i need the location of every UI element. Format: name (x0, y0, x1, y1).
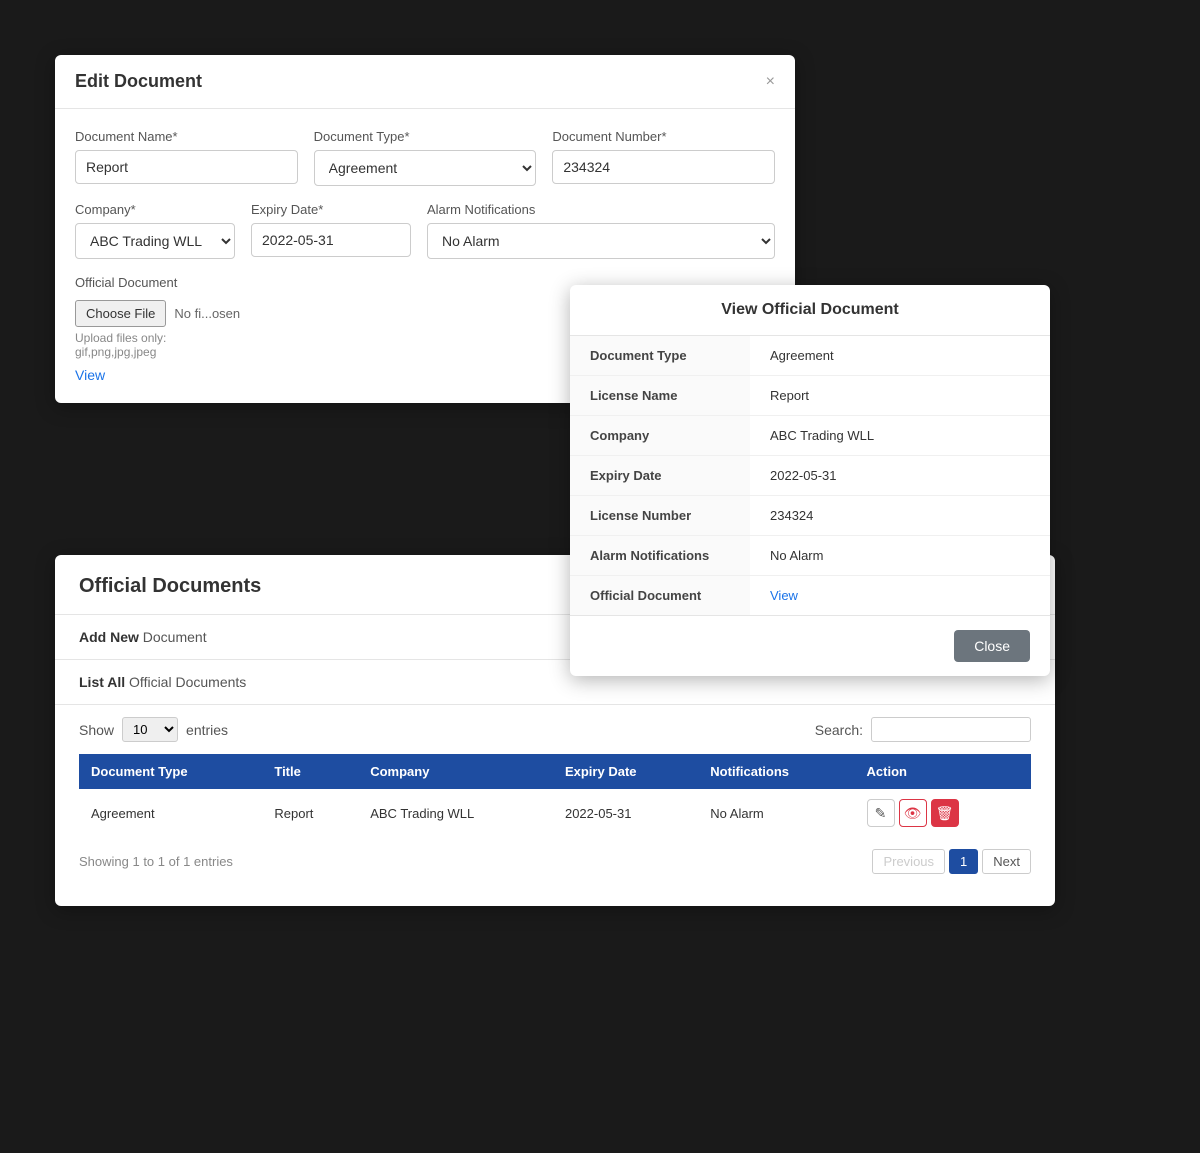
table-body: Agreement Report ABC Trading WLL 2022-05… (79, 789, 1031, 837)
pagination: Previous 1 Next (872, 849, 1031, 874)
list-all-text: List All Official Documents (79, 674, 246, 690)
col-action: Action (855, 754, 1031, 789)
show-label: Show (79, 722, 114, 738)
info-value-company: ABC Trading WLL (750, 416, 1050, 455)
document-number-label: Document Number* (552, 129, 775, 144)
document-number-group: Document Number* (552, 129, 775, 186)
info-row-official-document: Official Document View (570, 576, 1050, 615)
info-value-alarm-notifications: No Alarm (750, 536, 1050, 575)
cell-action: ✎ 👁 🗑 (855, 789, 1031, 837)
document-name-group: Document Name* (75, 129, 298, 186)
info-label-document-type: Document Type (570, 336, 750, 375)
expiry-date-label: Expiry Date* (251, 202, 411, 217)
view-modal-close-button[interactable]: Close (954, 630, 1030, 662)
table-controls: Show 10 25 50 100 entries Search: (55, 705, 1055, 754)
info-label-expiry-date: Expiry Date (570, 456, 750, 495)
expiry-date-group: Expiry Date* (251, 202, 411, 259)
prev-button[interactable]: Previous (872, 849, 945, 874)
next-button[interactable]: Next (982, 849, 1031, 874)
info-row-expiry-date: Expiry Date 2022-05-31 (570, 456, 1050, 496)
info-value-license-name: Report (750, 376, 1050, 415)
view-button[interactable]: 👁 (899, 799, 927, 827)
edit-modal-title: Edit Document (75, 71, 202, 92)
col-company: Company (358, 754, 553, 789)
list-all-bold: List All (79, 674, 125, 690)
add-new-span: Document (139, 629, 207, 645)
search-area: Search: (815, 717, 1031, 742)
info-label-official-document: Official Document (570, 576, 750, 615)
file-name-display: No fi...osen (174, 306, 240, 321)
info-label-license-name: License Name (570, 376, 750, 415)
company-select[interactable]: ABC Trading WLL XYZ Corp (75, 223, 235, 259)
info-row-license-number: License Number 234324 (570, 496, 1050, 536)
form-row-1: Document Name* Document Type* Agreement … (75, 129, 775, 186)
view-official-document-modal: View Official Document Document Type Agr… (570, 285, 1050, 676)
info-label-alarm-notifications: Alarm Notifications (570, 536, 750, 575)
info-row-alarm-notifications: Alarm Notifications No Alarm (570, 536, 1050, 576)
info-value-official-document-link[interactable]: View (750, 576, 1050, 615)
add-new-text[interactable]: Add New Document (79, 629, 207, 645)
col-notifications: Notifications (698, 754, 854, 789)
view-modal-footer: Close (570, 615, 1050, 676)
add-new-bold: Add New (79, 629, 139, 645)
alarm-notifications-label: Alarm Notifications (427, 202, 775, 217)
company-label: Company* (75, 202, 235, 217)
info-row-document-type: Document Type Agreement (570, 336, 1050, 376)
edit-modal-header: Edit Document × (55, 55, 795, 109)
list-all-span: Official Documents (125, 674, 246, 690)
search-label: Search: (815, 722, 863, 738)
info-row-company: Company ABC Trading WLL (570, 416, 1050, 456)
expiry-date-input[interactable] (251, 223, 411, 257)
info-row-license-name: License Name Report (570, 376, 1050, 416)
form-row-2: Company* ABC Trading WLL XYZ Corp Expiry… (75, 202, 775, 259)
info-value-license-number: 234324 (750, 496, 1050, 535)
view-modal-title: View Official Document (721, 301, 899, 318)
page-1-button[interactable]: 1 (949, 849, 978, 874)
document-type-label: Document Type* (314, 129, 537, 144)
documents-table: Document Type Title Company Expiry Date … (79, 754, 1031, 837)
entries-label: entries (186, 722, 228, 738)
view-modal-body: Document Type Agreement License Name Rep… (570, 336, 1050, 615)
action-buttons: ✎ 👁 🗑 (867, 799, 1019, 827)
cell-document-type: Agreement (79, 789, 262, 837)
cell-expiry-date: 2022-05-31 (553, 789, 698, 837)
company-group: Company* ABC Trading WLL XYZ Corp (75, 202, 235, 259)
document-number-input[interactable] (552, 150, 775, 184)
alarm-notifications-select[interactable]: No Alarm 1 Month 2 Months 3 Months (427, 223, 775, 259)
cell-title: Report (262, 789, 358, 837)
cell-company: ABC Trading WLL (358, 789, 553, 837)
document-type-select[interactable]: Agreement Contract License (314, 150, 537, 186)
table-footer: Showing 1 to 1 of 1 entries Previous 1 N… (55, 837, 1055, 886)
table-header-row: Document Type Title Company Expiry Date … (79, 754, 1031, 789)
col-title: Title (262, 754, 358, 789)
edit-modal-close-button[interactable]: × (766, 73, 775, 91)
info-label-license-number: License Number (570, 496, 750, 535)
document-name-input[interactable] (75, 150, 298, 184)
info-label-company: Company (570, 416, 750, 455)
table-header: Document Type Title Company Expiry Date … (79, 754, 1031, 789)
view-modal-header: View Official Document (570, 285, 1050, 336)
info-value-expiry-date: 2022-05-31 (750, 456, 1050, 495)
delete-button[interactable]: 🗑 (931, 799, 959, 827)
col-document-type: Document Type (79, 754, 262, 789)
document-type-group: Document Type* Agreement Contract Licens… (314, 129, 537, 186)
col-expiry-date: Expiry Date (553, 754, 698, 789)
edit-button[interactable]: ✎ (867, 799, 895, 827)
cell-notifications: No Alarm (698, 789, 854, 837)
alarm-notifications-group: Alarm Notifications No Alarm 1 Month 2 M… (427, 202, 775, 259)
choose-file-button[interactable]: Choose File (75, 300, 166, 327)
table-row: Agreement Report ABC Trading WLL 2022-05… (79, 789, 1031, 837)
show-entries: Show 10 25 50 100 entries (79, 717, 228, 742)
document-name-label: Document Name* (75, 129, 298, 144)
show-entries-select[interactable]: 10 25 50 100 (122, 717, 178, 742)
showing-text: Showing 1 to 1 of 1 entries (79, 854, 233, 869)
search-input[interactable] (871, 717, 1031, 742)
info-value-document-type: Agreement (750, 336, 1050, 375)
